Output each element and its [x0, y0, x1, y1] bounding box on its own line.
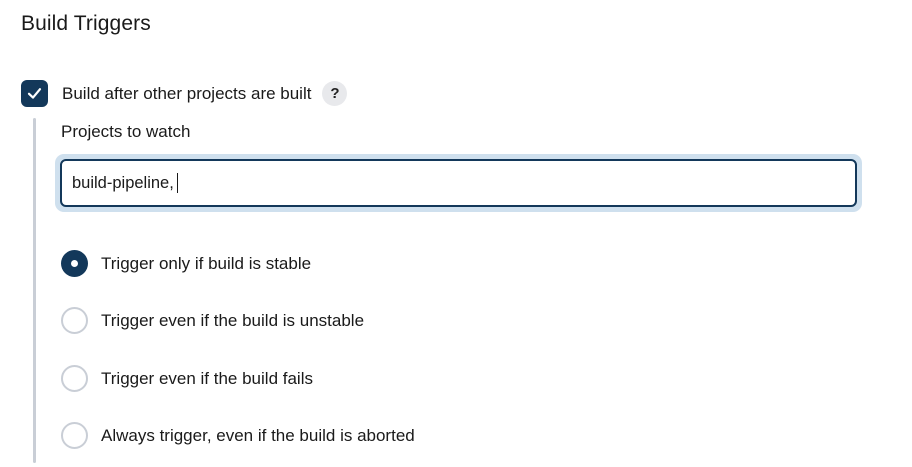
radio-option-unstable[interactable]: Trigger even if the build is unstable — [61, 307, 364, 334]
radio-button[interactable] — [61, 307, 88, 334]
radio-dot-icon — [71, 260, 78, 267]
radio-option-stable[interactable]: Trigger only if build is stable — [61, 250, 311, 277]
nested-section-divider — [33, 118, 36, 463]
help-icon[interactable]: ? — [322, 81, 348, 106]
radio-label[interactable]: Always trigger, even if the build is abo… — [101, 426, 415, 446]
text-caret — [176, 173, 179, 193]
checkmark-icon — [27, 88, 42, 99]
radio-option-aborted[interactable]: Always trigger, even if the build is abo… — [61, 422, 415, 449]
build-after-label[interactable]: Build after other projects are built — [62, 84, 311, 104]
build-after-checkbox[interactable] — [21, 80, 48, 107]
projects-input-focus-ring: build-pipeline, — [55, 154, 862, 212]
projects-to-watch-label: Projects to watch — [61, 122, 191, 141]
radio-button[interactable] — [61, 365, 88, 392]
section-title: Build Triggers — [21, 12, 151, 35]
projects-to-watch-input[interactable]: build-pipeline, — [60, 159, 857, 207]
build-after-row: Build after other projects are built ? — [21, 80, 348, 107]
radio-label[interactable]: Trigger only if build is stable — [101, 254, 311, 274]
radio-button-selected[interactable] — [61, 250, 88, 277]
radio-label[interactable]: Trigger even if the build is unstable — [101, 311, 364, 331]
projects-input-value: build-pipeline, — [72, 173, 174, 192]
radio-button[interactable] — [61, 422, 88, 449]
radio-label[interactable]: Trigger even if the build fails — [101, 369, 313, 389]
radio-option-fails[interactable]: Trigger even if the build fails — [61, 365, 313, 392]
